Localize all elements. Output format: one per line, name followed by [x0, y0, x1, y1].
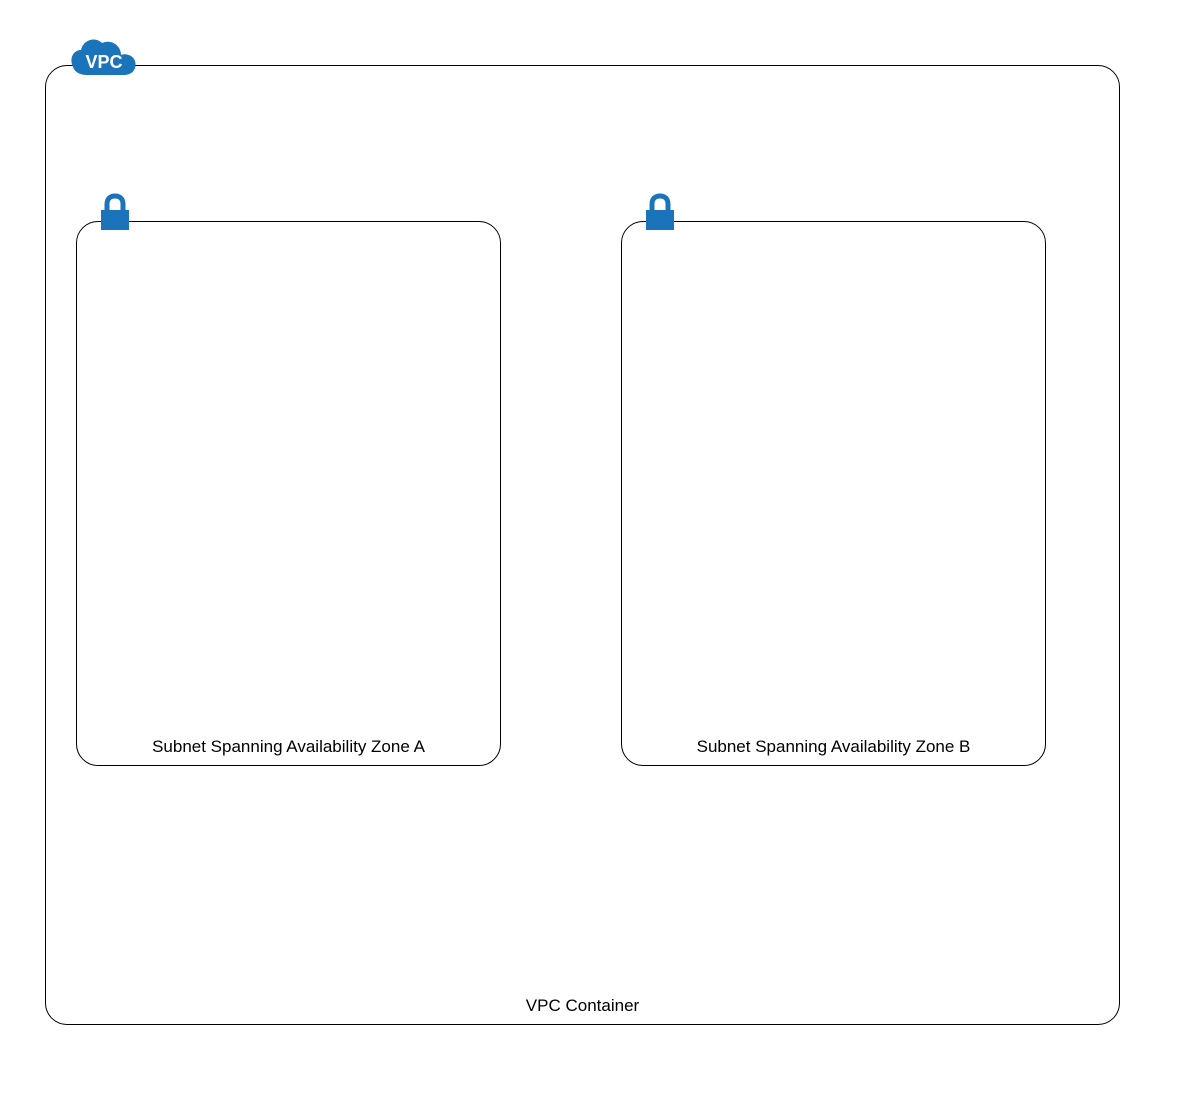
vpc-container: VPC Subnet Spanning Availability Zone A …: [45, 65, 1120, 1025]
vpc-badge-text: VPC: [85, 52, 122, 72]
lock-icon: [97, 192, 133, 232]
subnet-b-label: Subnet Spanning Availability Zone B: [622, 737, 1045, 757]
subnet-zone-a: Subnet Spanning Availability Zone A: [76, 221, 501, 766]
subnet-zone-b: Subnet Spanning Availability Zone B: [621, 221, 1046, 766]
vpc-container-label: VPC Container: [46, 996, 1119, 1016]
lock-icon: [642, 192, 678, 232]
vpc-cloud-icon: VPC: [69, 33, 139, 91]
subnet-a-label: Subnet Spanning Availability Zone A: [77, 737, 500, 757]
